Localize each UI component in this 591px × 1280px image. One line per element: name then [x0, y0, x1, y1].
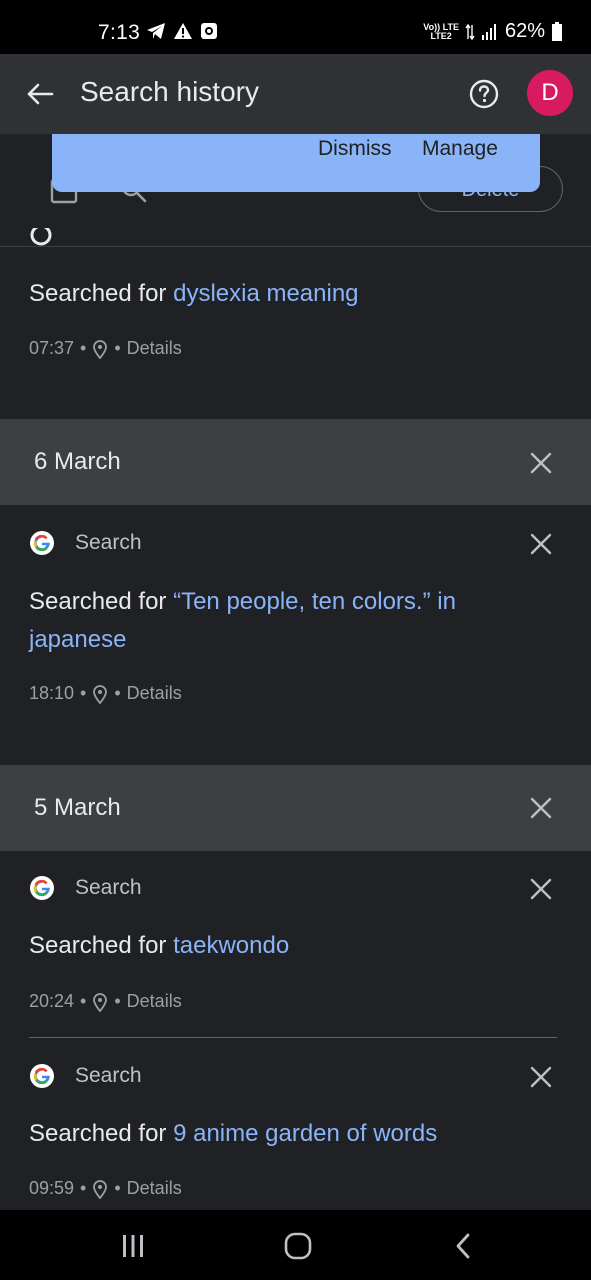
- entry-source-label: Search: [75, 1064, 142, 1087]
- details-link[interactable]: Details: [127, 683, 182, 704]
- back-button[interactable]: [22, 78, 58, 110]
- details-link[interactable]: Details: [127, 991, 182, 1012]
- screen-record-icon: [201, 23, 217, 39]
- battery-icon: [552, 21, 562, 41]
- status-bar: 7:13 Vo)) LTE LTE2 62%: [0, 0, 591, 54]
- status-time: 7:13: [98, 21, 141, 44]
- date-group-header: 5 March: [0, 765, 591, 851]
- account-avatar[interactable]: D: [527, 70, 573, 116]
- recents-icon: [123, 1235, 143, 1257]
- home-button[interactable]: [278, 1230, 318, 1262]
- back-nav-button[interactable]: [443, 1230, 483, 1262]
- signal-icon: [481, 23, 496, 40]
- volte-indicator: Vo)) LTE LTE2: [423, 21, 459, 41]
- date-group-header: 6 March: [0, 419, 591, 505]
- battery-percent: 62%: [504, 20, 545, 42]
- entry-divider: [29, 1037, 557, 1038]
- chevron-left-icon: [456, 1233, 470, 1259]
- date-label: 5 March: [34, 794, 121, 821]
- help-icon: [469, 79, 499, 109]
- entry-source: Search: [29, 530, 142, 556]
- history-entry-title[interactable]: Searched for 9 anime garden of words: [29, 1115, 539, 1153]
- home-icon: [284, 1232, 312, 1260]
- history-entry-title[interactable]: Searched for taekwondo: [29, 927, 539, 965]
- query-link[interactable]: 9 anime garden of words: [173, 1120, 437, 1147]
- help-button[interactable]: [466, 76, 502, 112]
- status-notification-icons: [146, 22, 218, 40]
- close-icon[interactable]: [527, 449, 555, 477]
- close-icon[interactable]: [527, 875, 555, 903]
- entry-time: 07:37: [29, 338, 75, 358]
- entry-time: 09:59: [29, 1178, 75, 1198]
- google-icon: [30, 1064, 54, 1088]
- arrow-back-icon: [27, 83, 54, 105]
- system-nav-bar: [0, 1210, 591, 1280]
- location-pin-icon: [93, 684, 108, 704]
- entry-time: 20:24: [29, 991, 75, 1011]
- dismiss-button[interactable]: Dismiss: [318, 137, 392, 161]
- snackbar: Dismiss Manage: [52, 134, 540, 192]
- entry-source-label: Search: [75, 876, 142, 899]
- query-link[interactable]: taekwondo: [173, 932, 289, 959]
- location-pin-icon: [93, 992, 108, 1012]
- history-entry-title[interactable]: Searched for “Ten people, ten colors.” i…: [29, 583, 539, 659]
- recents-button[interactable]: [113, 1230, 153, 1262]
- close-icon[interactable]: [527, 1063, 555, 1091]
- history-entry-title[interactable]: Searched for dyslexia meaning: [29, 275, 539, 313]
- query-link[interactable]: dyslexia meaning: [173, 280, 358, 307]
- entry-meta: 09:59 • • Details: [29, 1178, 182, 1199]
- app-bar: Search history D: [0, 54, 591, 134]
- location-pin-icon: [93, 1179, 108, 1199]
- entry-source: Search: [29, 1063, 142, 1089]
- details-link[interactable]: Details: [127, 338, 182, 359]
- close-icon[interactable]: [527, 794, 555, 822]
- entry-source-label: Search: [75, 531, 142, 554]
- date-label: 6 March: [34, 448, 121, 475]
- status-system-icons: Vo)) LTE LTE2 62%: [423, 20, 563, 43]
- entry-source: Search: [29, 875, 142, 901]
- google-icon: [30, 531, 54, 555]
- entry-meta: 07:37 • • Details: [29, 338, 182, 359]
- location-pin-icon: [93, 339, 108, 359]
- telegram-icon: [147, 23, 165, 39]
- entry-meta: 20:24 • • Details: [29, 991, 182, 1012]
- entry-time: 18:10: [29, 683, 75, 703]
- close-icon[interactable]: [527, 530, 555, 558]
- google-icon: [30, 876, 54, 900]
- google-icon: [30, 228, 52, 246]
- warning-icon: [174, 23, 192, 39]
- entry-meta: 18:10 • • Details: [29, 683, 182, 704]
- manage-button[interactable]: Manage: [422, 137, 498, 161]
- details-link[interactable]: Details: [127, 1178, 182, 1199]
- page-title: Search history: [80, 76, 259, 107]
- data-arrows-icon: [465, 23, 475, 40]
